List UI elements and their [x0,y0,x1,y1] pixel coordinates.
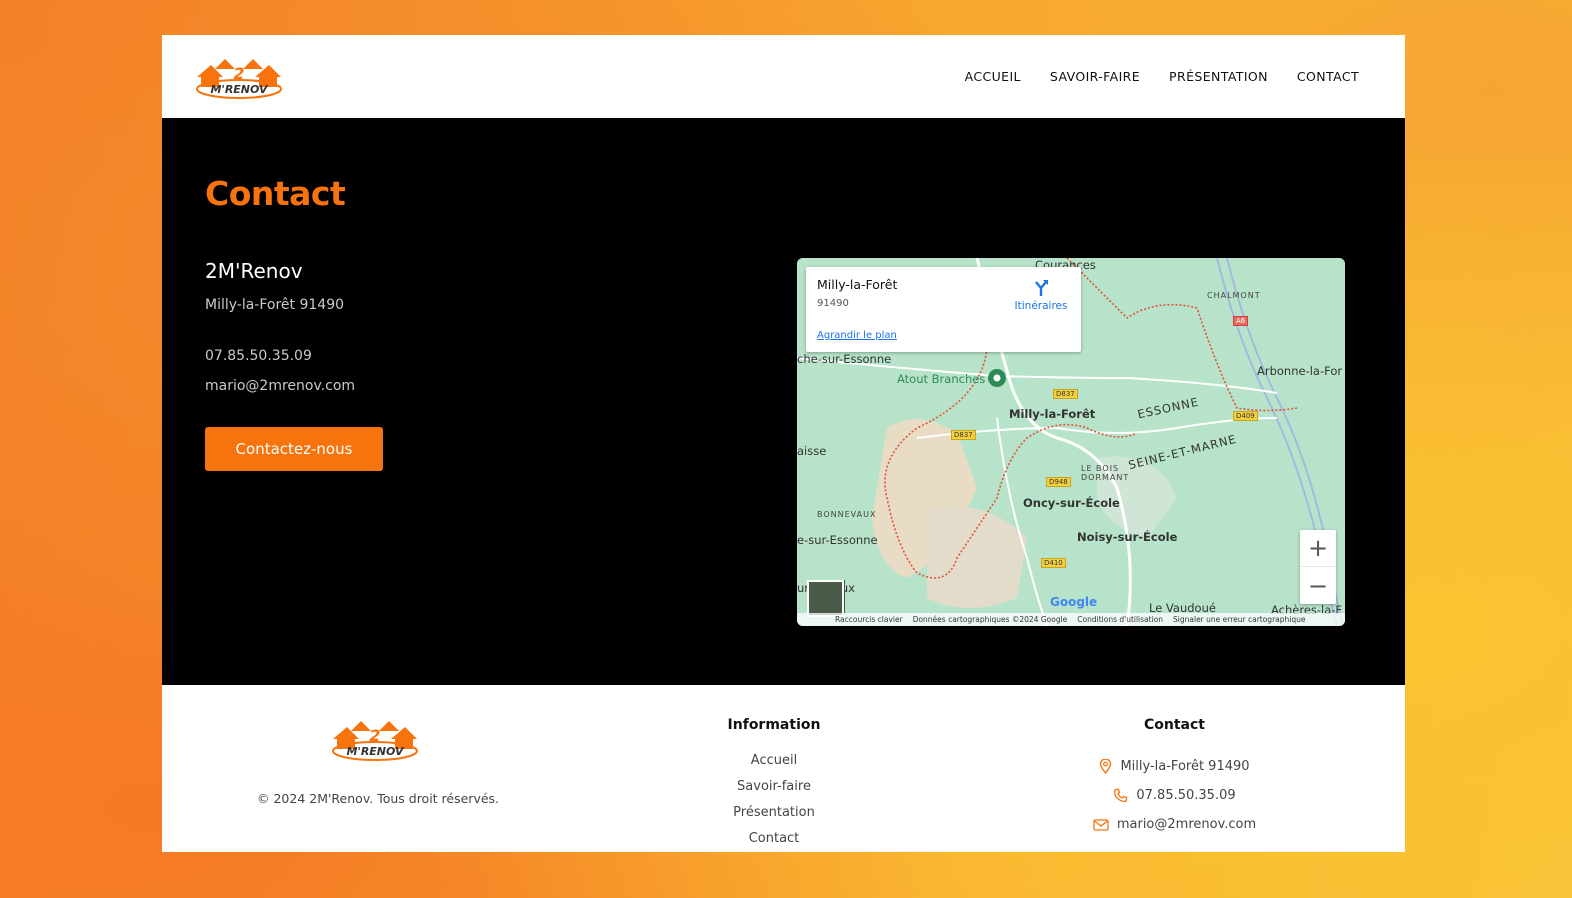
svg-text:M'RENOV: M'RENOV [211,83,269,96]
zoom-out-button[interactable]: − [1300,567,1336,604]
map-label: LE BOIS DORMANT [1081,464,1130,482]
footer-email-text: mario@2mrenov.com [1116,817,1257,832]
footer-contact-phone[interactable]: 07.85.50.35.09 [1087,781,1262,810]
map-label: Oncy-sur-École [1023,496,1120,510]
footer-link-savoir-faire[interactable]: Savoir-faire [694,778,854,804]
map-road-label: D837 [1053,389,1078,399]
directions-button[interactable]: Itinéraires [1011,278,1071,312]
footer-contact: Milly-la-Forêt 91490 07.85.50.35.09 mari… [1087,752,1262,839]
page-title: Contact [205,174,346,213]
company-city: Milly-la-Forêt 91490 [205,297,345,313]
logo[interactable]: 2 M'RENOV [193,53,285,101]
contact-us-button[interactable]: Contactez-nous [205,427,383,471]
satellite-toggle[interactable] [807,580,844,617]
map-label: Atout Branches [897,372,986,386]
report-error-link[interactable]: Signaler une erreur cartographique [1173,615,1305,624]
footer-contact-city: Milly-la-Forêt 91490 [1087,752,1262,781]
zoom-in-button[interactable]: + [1300,530,1336,567]
map-data-text: Données cartographiques ©2024 Google [912,615,1068,624]
map-label: che-sur-Essonne [797,352,892,366]
popup-title: Milly-la-Forêt [817,277,898,292]
company-name: 2M'Renov [205,259,303,283]
nav-contact[interactable]: CONTACT [1297,69,1359,84]
svg-text:M'RENOV: M'RENOV [347,745,405,758]
footer-info-title: Information [727,717,821,733]
map-road-label: D837 [951,430,976,440]
copyright: © 2024 2M'Renov. Tous droit réservés. [257,791,500,806]
map-label: e-sur-Essonne [797,533,878,547]
map-road-label: D409 [1233,411,1258,421]
company-email[interactable]: mario@2mrenov.com [205,378,355,394]
google-logo: Google [1050,595,1098,609]
footer-links: Accueil Savoir-faire Présentation Contac… [694,752,854,852]
directions-icon [1035,280,1048,296]
footer-contact-email[interactable]: mario@2mrenov.com [1087,810,1262,839]
site-header: 2 M'RENOV ACCUEIL SAVOIR-FAIRE PRÉSENTAT… [162,35,1405,118]
zoom-controls: + − [1300,530,1336,604]
phone-icon [1114,788,1128,803]
directions-label: Itinéraires [1014,300,1068,312]
footer-logo[interactable]: 2 M'RENOV [329,715,421,763]
map-label: Milly-la-Forêt [1009,407,1096,421]
map-attribution: Raccourcis clavier Données cartographiqu… [797,613,1345,626]
footer-link-contact[interactable]: Contact [694,830,854,852]
map-road-label: A6 [1233,316,1249,326]
footer-phone-text: 07.85.50.35.09 [1136,788,1236,803]
map-road-label: D410 [1041,558,1066,568]
keyboard-shortcuts-link[interactable]: Raccourcis clavier [835,615,903,624]
company-phone[interactable]: 07.85.50.35.09 [205,348,312,364]
main-nav: ACCUEIL SAVOIR-FAIRE PRÉSENTATION CONTAC… [965,69,1359,84]
nav-accueil[interactable]: ACCUEIL [965,69,1021,84]
nav-presentation[interactable]: PRÉSENTATION [1169,69,1268,84]
google-map[interactable]: Courances CHALMONT A6 che-sur-Essonne At… [797,258,1345,626]
contact-section: Contact 2M'Renov Milly-la-Forêt 91490 07… [162,118,1405,685]
page-container: 2 M'RENOV ACCUEIL SAVOIR-FAIRE PRÉSENTAT… [162,35,1405,852]
map-road-label: D948 [1046,477,1071,487]
popup-zip: 91490 [817,298,849,309]
map-label: CHALMONT [1207,291,1261,300]
map-label: aisse [797,444,827,458]
footer-city-text: Milly-la-Forêt 91490 [1120,759,1250,774]
footer-link-accueil[interactable]: Accueil [694,752,854,778]
map-info-popup: Milly-la-Forêt 91490 Agrandir le plan It… [806,267,1081,352]
enlarge-map-link[interactable]: Agrandir le plan [817,330,897,341]
terms-link[interactable]: Conditions d'utilisation [1077,615,1163,624]
site-footer: 2 M'RENOV © 2024 2M'Renov. Tous droit ré… [162,685,1405,852]
nav-savoir-faire[interactable]: SAVOIR-FAIRE [1050,69,1140,84]
mail-icon [1093,818,1109,831]
location-pin-icon [1100,759,1112,774]
footer-link-presentation[interactable]: Présentation [694,804,854,830]
footer-contact-title: Contact [1144,717,1205,733]
map-label: BONNEVAUX [817,510,877,519]
map-label: Noisy-sur-École [1077,530,1178,544]
map-label: Arbonne-la-For [1257,364,1343,378]
